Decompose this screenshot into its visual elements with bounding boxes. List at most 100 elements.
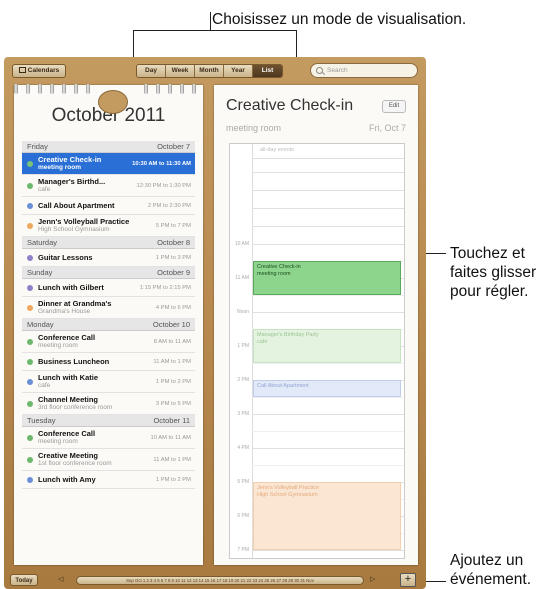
drag-callout: Touchez et faites glisser pour régler.: [450, 245, 537, 300]
timeline-event-location: High School Gymnasium: [257, 492, 318, 498]
event-list-item[interactable]: Manager's Birthd... cafe 12:30 PM to 1:30 …: [22, 175, 195, 197]
tab-week[interactable]: Week: [166, 65, 195, 77]
event-item-title: Dinner at Grandma's: [38, 299, 112, 308]
event-item-time: 1 PM to 2 PM: [155, 378, 191, 385]
previous-arrow-icon[interactable]: ◁: [58, 575, 63, 583]
day-timeline[interactable]: all-day events 10 AM 11 AM Noon 1 PM 2 PM 3 P…: [229, 143, 405, 559]
half-hour-line: [252, 465, 404, 466]
calendar-color-dot-icon: [27, 400, 33, 407]
hour-line: [252, 190, 404, 191]
timeline-event-block[interactable]: Manager's Birthday Party cafe: [253, 329, 401, 363]
calendar-color-dot-icon: [27, 202, 33, 209]
timeline-event-block[interactable]: Jenn's Volleyball Practice High School Gy…: [253, 482, 401, 550]
binder-ring-icon: [156, 84, 160, 94]
tab-list[interactable]: List: [253, 65, 282, 77]
calendar-app: Calendars Day Week Month Year List Searc…: [4, 57, 426, 589]
tab-year[interactable]: Year: [224, 65, 253, 77]
day-date: October 10: [152, 320, 190, 329]
event-list-item[interactable]: Guitar Lessons 1 PM to 3 PM: [22, 249, 195, 267]
event-item-time: 11 AM to 1 PM: [153, 358, 191, 365]
hour-label: 2 PM: [237, 377, 249, 383]
binder-ring-icon: [180, 84, 184, 94]
event-item-title: Manager's Birthd...: [38, 177, 106, 186]
next-arrow-icon[interactable]: ▷: [370, 575, 375, 583]
calendar-color-dot-icon: [27, 434, 33, 441]
event-list-item[interactable]: Lunch with Amy 1 PM to 2 PM: [22, 471, 195, 489]
all-day-events-row[interactable]: all-day events: [230, 144, 404, 156]
event-item-time: 2 PM to 2:30 PM: [147, 202, 191, 209]
event-item-location: cafe: [38, 382, 51, 389]
hour-label: Noon: [237, 309, 249, 315]
timeline-event-location: meeting room: [257, 271, 291, 277]
search-field[interactable]: Search: [310, 63, 418, 78]
timeline-event-title: Creative Check-in: [257, 264, 301, 270]
hour-label: 3 PM: [237, 411, 249, 417]
tab-day[interactable]: Day: [137, 65, 166, 77]
calendar-color-dot-icon: [27, 358, 33, 365]
event-text: Conference Call meeting room: [38, 333, 95, 350]
event-text: Business Luncheon: [38, 357, 109, 366]
calendar-color-dot-icon: [27, 284, 33, 291]
calendar-color-dot-icon: [27, 254, 33, 261]
search-placeholder: Search: [327, 67, 348, 74]
event-detail-page: Creative Check-in Edit meeting room Fri,…: [214, 85, 418, 565]
timeline-event-block[interactable]: Call About Apartment: [253, 380, 401, 397]
event-item-title: Conference Call: [38, 333, 96, 342]
hour-line: [252, 158, 404, 159]
event-list-item[interactable]: Call About Apartment 2 PM to 2:30 PM: [22, 197, 195, 215]
tab-month[interactable]: Month: [195, 65, 224, 77]
day-header: Friday October 7: [22, 141, 195, 153]
binder-ring-icon: [26, 84, 30, 94]
day-name: Friday: [27, 142, 48, 151]
half-hour-line: [252, 295, 404, 296]
event-item-title: Channel Meeting: [38, 395, 99, 404]
event-list-item[interactable]: Conference Call meeting room 10 AM to 11 A…: [22, 427, 195, 449]
event-list-item[interactable]: Lunch with Katie cafe 1 PM to 2 PM: [22, 371, 195, 393]
event-list-item[interactable]: Lunch with Gilbert 1:15 PM to 2:15 PM: [22, 279, 195, 297]
edit-button[interactable]: Edit: [382, 100, 406, 113]
hour-label: 11 AM: [235, 275, 249, 281]
hour-line: [252, 312, 404, 313]
date-scrubber[interactable]: Sep Oct 1 2 3 4 5 6 7 8 9 10 11 12 13 14…: [76, 576, 364, 585]
event-text: Call About Apartment: [38, 201, 115, 210]
calendar-color-dot-icon: [27, 160, 33, 167]
event-item-location: meeting room: [38, 164, 81, 171]
binder-ring-icon: [144, 84, 148, 94]
event-item-time: 10 AM to 11 AM: [150, 434, 192, 441]
event-list-item[interactable]: Dinner at Grandma's Grandma's House 4 PM t…: [22, 297, 195, 319]
event-text: Dinner at Grandma's Grandma's House: [38, 299, 111, 316]
timeline-event-block[interactable]: Creative Check-in meeting room: [253, 261, 401, 295]
day-header: Sunday October 9: [22, 267, 195, 279]
event-text: Conference Call meeting room: [38, 429, 95, 446]
today-button[interactable]: Today: [10, 574, 38, 586]
event-list-item[interactable]: Creative Meeting 1st floor conference roo…: [22, 449, 195, 471]
half-hour-line: [252, 431, 404, 432]
event-item-time: 3 PM to 5 PM: [155, 400, 191, 407]
add-event-button[interactable]: +: [400, 573, 416, 587]
event-item-title: Lunch with Amy: [38, 475, 96, 484]
event-item-time: 12:30 PM to 1:30 PM: [136, 182, 191, 189]
event-list-item[interactable]: Jenn's Volleyball Practice High School Gy…: [22, 215, 195, 237]
event-item-location: 3rd floor conference room: [38, 404, 113, 411]
day-date: October 9: [157, 268, 190, 277]
calendars-button[interactable]: Calendars: [12, 64, 66, 78]
scrubber-dates: Sep Oct 1 2 3 4 5 6 7 8 9 10 11 12 13 14…: [126, 578, 314, 583]
event-text: Guitar Lessons: [38, 253, 93, 262]
event-item-title: Lunch with Katie: [38, 373, 98, 382]
timeline-event-title: Jenn's Volleyball Practice: [257, 485, 319, 491]
timeline-event-title: Manager's Birthday Party: [257, 332, 319, 338]
binder-ring-icon: [14, 84, 18, 94]
event-title: Creative Check-in: [226, 97, 354, 114]
binder-ring-icon: [38, 84, 42, 94]
event-list-item[interactable]: Channel Meeting 3rd floor conference room…: [22, 393, 195, 415]
hour-label: 10 AM: [234, 241, 249, 247]
event-list-item[interactable]: Creative Check-in meeting room 10:30 AM to…: [22, 153, 195, 175]
event-list-item[interactable]: Business Luncheon 11 AM to 1 PM: [22, 353, 195, 371]
event-text: Lunch with Amy: [38, 475, 96, 484]
event-item-title: Call About Apartment: [38, 201, 115, 210]
event-text: Jenn's Volleyball Practice High School Gy…: [38, 217, 129, 234]
hour-line: [252, 550, 404, 551]
calendar-color-dot-icon: [27, 182, 33, 189]
event-item-title: Creative Meeting: [38, 451, 99, 460]
event-list-item[interactable]: Conference Call meeting room 8 AM to 11 AM: [22, 331, 195, 353]
